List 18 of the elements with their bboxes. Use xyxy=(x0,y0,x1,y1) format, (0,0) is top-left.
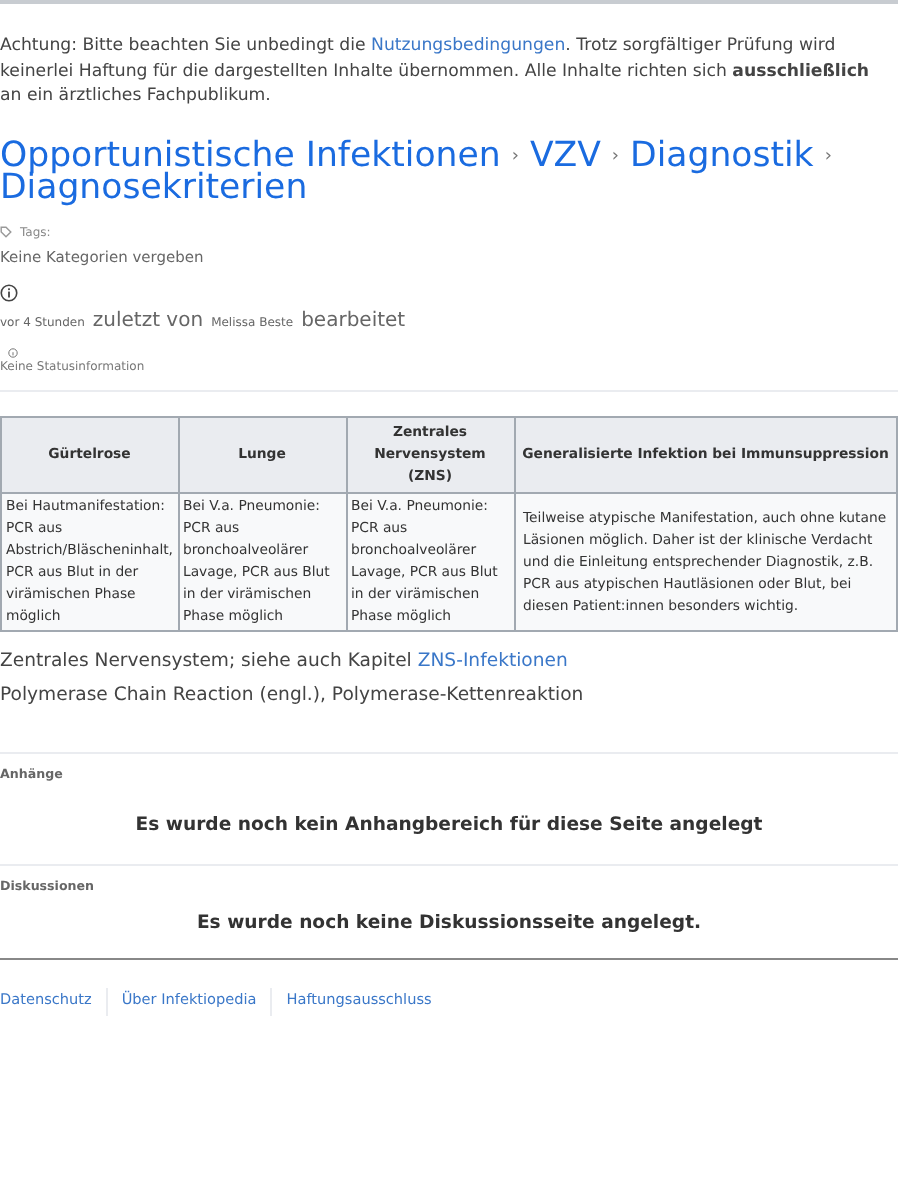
chapter-link[interactable]: ZNS-Infektionen xyxy=(417,650,568,673)
status-icon xyxy=(8,348,18,359)
edit-label: bearbeitet xyxy=(301,308,406,337)
tag-icon xyxy=(0,226,12,239)
separator-icon: › xyxy=(511,145,519,166)
separator-icon: › xyxy=(824,145,832,166)
footnote-text: Polymerase Chain Reaction (engl.), Polymerase-Kettenreaktion xyxy=(0,682,586,711)
separator-icon: › xyxy=(611,145,620,166)
breadcrumb-link[interactable]: VZV xyxy=(529,135,601,175)
breadcrumb-link[interactable]: Opportunistische Infektionen xyxy=(0,135,501,175)
notice-text: Achtung: Bitte beachten Sie unbedingt die Nutzungsbedingungen. Trotz sorgfältiger Prüfung wird keinerlei Haftung für die dargestellten Inhalte übernommen. Alle Inhalte richten sich ausschließlich an ein ärztliches Fachpublikum. xyxy=(0,34,872,109)
footnote-text: Zentrales Nervensystem; siehe auch Kapitel ZNS-Infektionen xyxy=(0,648,570,677)
edit-label: zuletzt von xyxy=(92,308,204,337)
info-icon xyxy=(0,284,18,303)
empty-message: Es wurde noch keine Diskussionsseite angelegt. xyxy=(194,909,704,938)
terms-link[interactable]: Nutzungsbedingungen xyxy=(371,36,566,56)
breadcrumb-link[interactable]: Diagnostik xyxy=(630,135,814,175)
empty-message: Es wurde noch kein Anhangbereich für diese Seite angelegt xyxy=(133,812,765,841)
